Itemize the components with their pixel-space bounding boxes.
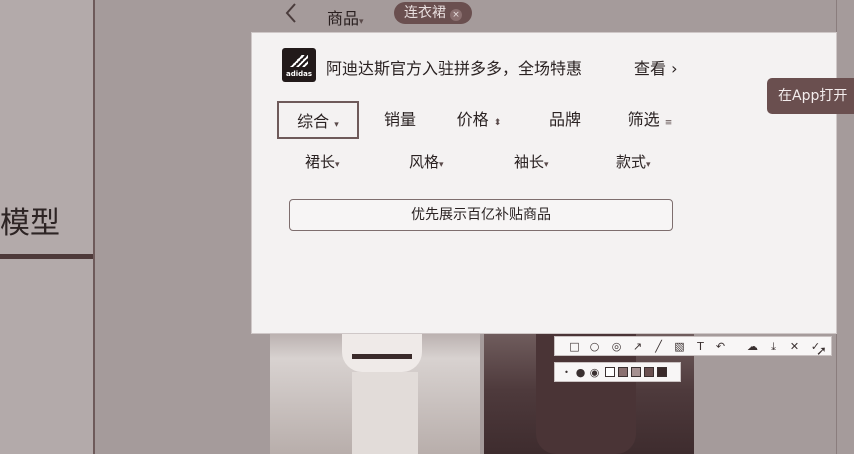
medium-dot-icon[interactable]: ● — [573, 365, 588, 380]
sort-filter-panel: adidas 阿迪达斯官方入驻拼多多，全场特惠 查看 › 综合 ▾ 销量 价格 … — [251, 32, 837, 334]
download-icon[interactable]: ⤓ — [766, 339, 781, 354]
chevron-right-icon: › — [666, 59, 678, 78]
cloud-save-icon[interactable]: ☁ — [745, 339, 760, 354]
filter-label: 裙长 — [305, 153, 336, 171]
sort-tab-brand[interactable]: 品牌 — [530, 101, 600, 139]
color-swatch[interactable] — [605, 367, 615, 377]
sort-tab-label: 筛选 — [627, 110, 660, 129]
brand-banner-text[interactable]: 阿迪达斯官方入驻拼多多，全场特惠 — [326, 55, 582, 79]
mouse-cursor-icon: ➚ — [816, 344, 827, 359]
sort-tab-label: 销量 — [383, 110, 416, 129]
search-keyword-chip[interactable]: 连衣裙 × — [394, 2, 472, 24]
filter-design[interactable]: 款式▾ — [616, 151, 651, 172]
logo-word: adidas — [285, 70, 313, 78]
filter-label: 风格 — [409, 153, 440, 171]
sort-tab-filter[interactable]: 筛选 ≡ — [614, 101, 686, 139]
color-swatch[interactable] — [657, 367, 667, 377]
subsidy-first-button[interactable]: 优先展示百亿补贴商品 — [289, 199, 673, 231]
color-swatch[interactable] — [644, 367, 654, 377]
color-swatch[interactable] — [618, 367, 628, 377]
sort-tab-label: 品牌 — [548, 110, 581, 129]
chevron-down-icon: ▾ — [439, 160, 444, 170]
sort-arrows-icon: ⬍ — [493, 118, 502, 128]
screenshot-toolbar: □ ○ ◎ ↗ ╱ ▧ T ↶ ☁ ⤓ ✕ ✓ — [554, 336, 832, 356]
chevron-down-icon: ▾ — [334, 120, 339, 130]
sort-tab-label: 价格 — [456, 110, 489, 129]
goods-dropdown[interactable]: 商品▾ — [327, 5, 364, 29]
goods-label: 商品 — [327, 9, 360, 28]
filter-menu-icon: ≡ — [664, 118, 673, 128]
undo-icon[interactable]: ↶ — [713, 339, 728, 354]
view-link[interactable]: 查看 › — [634, 55, 678, 79]
chevron-down-icon: ▾ — [335, 160, 340, 170]
text-tool-icon[interactable]: T — [693, 339, 708, 354]
left-label: 模型 — [0, 206, 60, 241]
view-label: 查看 — [634, 59, 667, 78]
adidas-logo: adidas — [282, 48, 316, 82]
sort-tab-label: 综合 — [297, 112, 330, 131]
filter-skirt-length[interactable]: 裙长▾ — [305, 151, 340, 172]
filter-label: 款式 — [616, 153, 647, 171]
style-toolbar: • ● ◉ — [554, 362, 681, 382]
rectangle-tool-icon[interactable]: □ — [567, 339, 582, 354]
open-in-app-button[interactable]: 在App打开 — [767, 78, 854, 114]
filter-sleeve-length[interactable]: 袖长▾ — [514, 151, 549, 172]
search-keyword: 连衣裙 — [404, 5, 446, 21]
chevron-down-icon: ▾ — [646, 160, 651, 170]
back-icon[interactable] — [282, 2, 302, 24]
pen-tool-icon[interactable]: ╱ — [651, 339, 666, 354]
chevron-down-icon: ▾ — [544, 160, 549, 170]
large-dot-icon[interactable]: ◉ — [587, 365, 602, 380]
clear-icon[interactable]: × — [450, 9, 462, 21]
arrow-tool-icon[interactable]: ↗ — [630, 339, 645, 354]
ellipse-tool-icon[interactable]: ○ — [587, 339, 602, 354]
blur-tool-icon[interactable]: ▧ — [672, 339, 687, 354]
sort-tab-price[interactable]: 价格 ⬍ — [444, 101, 514, 139]
small-dot-icon[interactable]: • — [559, 365, 574, 380]
sort-tab-default[interactable]: 综合 ▾ — [277, 101, 359, 139]
left-underline — [0, 254, 93, 259]
filter-style[interactable]: 风格▾ — [409, 151, 444, 172]
chevron-down-icon: ▾ — [359, 17, 364, 27]
sort-tab-sales[interactable]: 销量 — [365, 101, 435, 139]
close-icon[interactable]: ✕ — [787, 339, 802, 354]
mosaic-tool-icon[interactable]: ◎ — [609, 339, 624, 354]
filter-label: 袖长 — [514, 153, 545, 171]
color-swatch[interactable] — [631, 367, 641, 377]
